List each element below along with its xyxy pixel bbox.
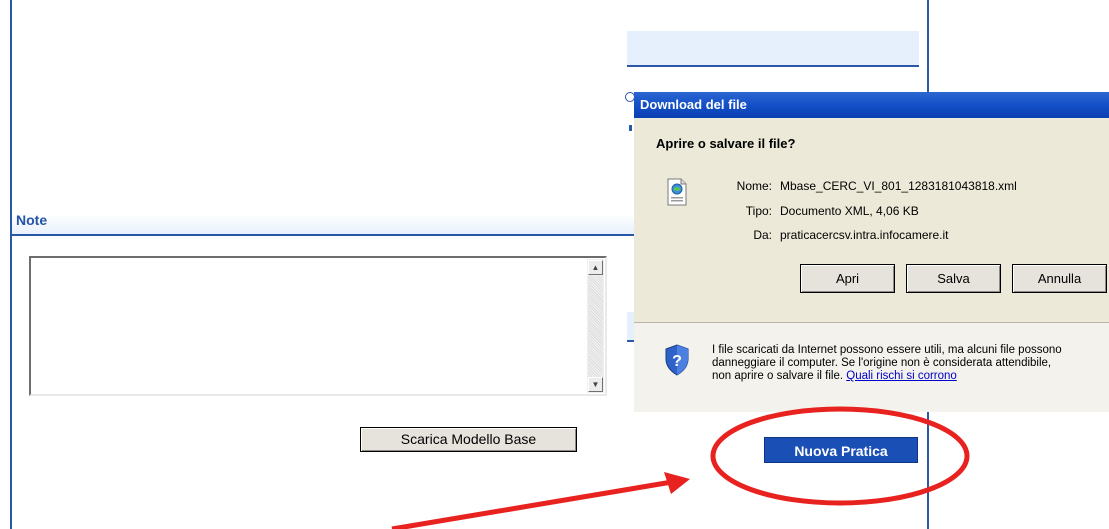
annotation-arrow-head	[664, 472, 690, 494]
annotation-ellipse	[710, 406, 970, 506]
annotation-overlay	[391, 406, 970, 529]
annotation-arrow-line	[391, 479, 673, 529]
